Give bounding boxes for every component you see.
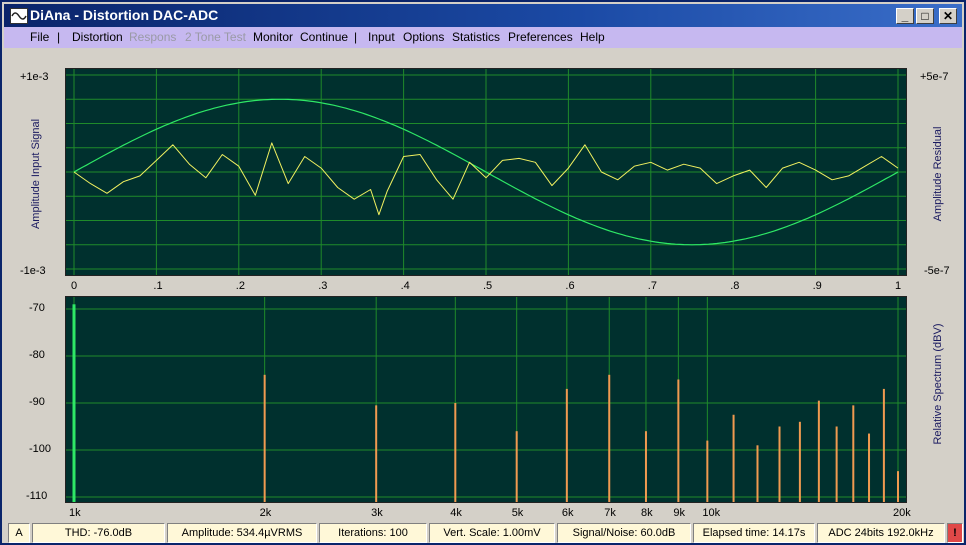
- time-x-tick-label: .7: [647, 280, 657, 292]
- harmonic-bar: [798, 421, 801, 502]
- harmonic-bar: [756, 445, 759, 502]
- right-axis-title: Amplitude Residual: [932, 126, 944, 222]
- menu-file[interactable]: File: [30, 30, 49, 44]
- harmonic-bar: [375, 405, 378, 502]
- menu-options[interactable]: Options: [403, 30, 444, 44]
- spectrum-y-tick-label: -100: [29, 443, 52, 455]
- status-a: A: [8, 523, 30, 543]
- app-icon[interactable]: [10, 8, 28, 24]
- status-amplitude: Amplitude: 534.4µVRMS: [167, 523, 317, 543]
- menu-input[interactable]: Input: [368, 30, 395, 44]
- time-x-tick-label: .4: [400, 280, 410, 292]
- harmonic-bar: [644, 431, 647, 502]
- spectrum-x-tick-label: 2k: [259, 507, 272, 519]
- menu-bar: File | Distortion Respons 2 Tone Test Mo…: [4, 27, 962, 48]
- window-title: DiAna - Distortion DAC-ADC: [30, 7, 219, 23]
- minimize-button[interactable]: _: [896, 8, 914, 24]
- menu-respons[interactable]: Respons: [129, 30, 176, 44]
- harmonic-bar: [608, 374, 611, 502]
- spectrum-plot-canvas: [66, 297, 906, 502]
- harmonic-bar: [852, 405, 855, 502]
- status-adc: ADC 24bits 192.0kHz: [817, 523, 945, 543]
- status-vert-scale: Vert. Scale: 1.00mV: [429, 523, 555, 543]
- right-axis-top-label: +5e-7: [920, 71, 949, 83]
- time-x-tick-label: .2: [235, 280, 245, 292]
- harmonic-bar: [706, 440, 709, 502]
- spectrum-plot[interactable]: [65, 296, 907, 503]
- menu-monitor[interactable]: Monitor: [253, 30, 293, 44]
- spectrum-x-tick-label: 4k: [450, 507, 462, 519]
- menu-statistics[interactable]: Statistics: [452, 30, 500, 44]
- spectrum-x-tick-label: 20k: [893, 507, 911, 519]
- right-axis-bottom-label: -5e-7: [924, 265, 950, 277]
- time-x-tick-label: .8: [730, 280, 740, 292]
- time-x-tick-label: .1: [153, 280, 163, 292]
- harmonic-bar: [897, 471, 899, 502]
- harmonic-bar: [732, 414, 735, 502]
- harmonic-bar: [817, 400, 820, 502]
- status-thd: THD: -76.0dB: [32, 523, 165, 543]
- fundamental-bar: [72, 304, 76, 502]
- menu-continue[interactable]: Continue: [300, 30, 348, 44]
- spectrum-x-tick-label: 8k: [640, 507, 653, 519]
- spectrum-x-tick-label: 5k: [511, 507, 524, 519]
- menu-two-tone-test[interactable]: 2 Tone Test: [185, 30, 246, 44]
- spectrum-x-tick-label: 10k: [702, 507, 721, 519]
- left-axis-title: Amplitude Input Signal: [30, 118, 42, 230]
- time-x-tick-label: .5: [483, 280, 493, 292]
- menu-preferences[interactable]: Preferences: [508, 30, 573, 44]
- harmonic-bar: [515, 431, 518, 502]
- time-x-tick-label: .9: [812, 280, 822, 292]
- time-x-tick-label: .3: [318, 280, 328, 292]
- spectrum-y-tick-label: -70: [29, 302, 45, 314]
- menu-separator: |: [354, 30, 358, 44]
- time-x-tick-label: 1: [895, 280, 902, 292]
- spectrum-axis-title: Relative Spectrum (dBV): [932, 323, 944, 445]
- left-axis-bottom-label: -1e-3: [20, 265, 46, 277]
- harmonic-bar: [565, 388, 568, 502]
- spectrum-x-tick-label: 3k: [371, 507, 383, 519]
- spectrum-x-tick-label: 7k: [604, 507, 616, 519]
- status-snr: Signal/Noise: 60.0dB: [557, 523, 691, 543]
- menu-help[interactable]: Help: [580, 30, 605, 44]
- time-plot-canvas: [66, 69, 906, 275]
- time-plot[interactable]: [65, 68, 907, 276]
- spectrum-y-tick-label: -110: [26, 490, 48, 502]
- harmonic-bar: [677, 379, 680, 502]
- time-x-tick-label: 0: [71, 280, 78, 292]
- harmonic-bar: [778, 426, 781, 502]
- title-bar[interactable]: DiAna - Distortion DAC-ADC _ □ ✕: [4, 4, 962, 27]
- time-x-tick-label: .6: [565, 280, 575, 292]
- spectrum-y-tick-label: -90: [29, 396, 45, 408]
- status-elapsed: Elapsed time: 14.17s: [693, 523, 815, 543]
- status-iterations: Iterations: 100: [319, 523, 427, 543]
- harmonic-bar: [835, 426, 838, 502]
- harmonic-bar: [263, 374, 266, 502]
- spectrum-x-tick-label: 1k: [69, 507, 81, 519]
- harmonic-bar: [868, 433, 871, 502]
- maximize-button[interactable]: □: [916, 8, 934, 24]
- harmonic-bar: [882, 388, 885, 502]
- spectrum-y-tick-label: -80: [29, 349, 45, 361]
- spectrum-x-tick-label: 9k: [673, 507, 685, 519]
- app-window: DiAna - Distortion DAC-ADC _ □ ✕ File | …: [0, 0, 966, 545]
- status-bar: A THD: -76.0dB Amplitude: 534.4µVRMS Ite…: [8, 523, 963, 543]
- left-axis-top-label: +1e-3: [20, 71, 49, 83]
- status-alert[interactable]: !: [947, 523, 963, 543]
- menu-separator: |: [57, 30, 61, 44]
- harmonic-bar: [454, 403, 457, 502]
- spectrum-x-tick-label: 6k: [561, 507, 574, 519]
- menu-distortion[interactable]: Distortion: [72, 30, 123, 44]
- close-button[interactable]: ✕: [939, 8, 957, 24]
